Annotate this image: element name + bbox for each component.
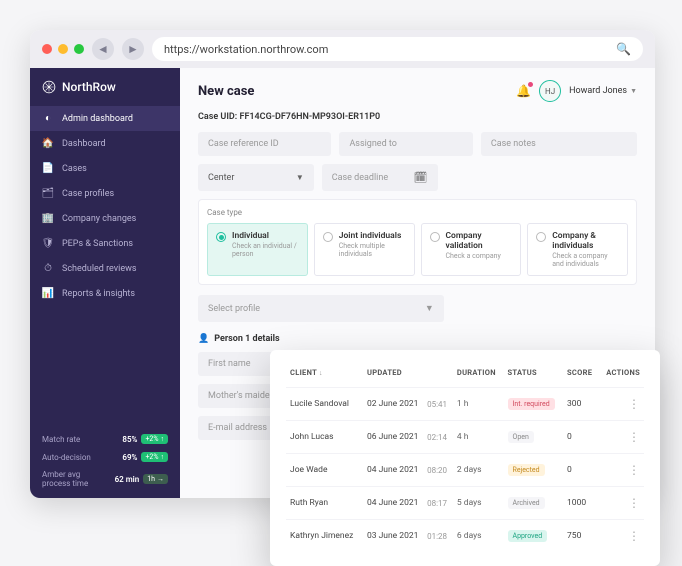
delta-badge: +2% ↑ <box>141 434 168 444</box>
company-icon: 🏢 <box>42 213 54 224</box>
cases-table-card: CLIENT↓ UPDATED DURATION STATUS SCORE AC… <box>270 350 660 566</box>
chevron-down-icon: ▼ <box>296 173 304 182</box>
clock-icon: ⏱ <box>42 263 54 274</box>
case-type-joint-individuals[interactable]: Joint individualsCheck multiple individu… <box>314 223 415 276</box>
sidebar-item-scheduled-reviews[interactable]: ⏱Scheduled reviews <box>30 256 180 281</box>
table-row[interactable]: Kathryn Jimenez03 June 202101:286 daysAp… <box>286 520 644 553</box>
delta-badge: 1h → <box>143 474 168 484</box>
status-badge: Rejected <box>508 464 545 476</box>
status-badge: Approved <box>508 530 548 542</box>
notification-dot <box>528 82 533 87</box>
stat-row: Match rate85%+2% ↑ <box>42 434 168 444</box>
home-icon: 🏠 <box>42 138 54 149</box>
row-actions-button[interactable]: ⋮ <box>628 430 640 444</box>
sidebar-stats: Match rate85%+2% ↑ Auto-decision69%+2% ↑ A… <box>30 424 180 498</box>
url-bar[interactable]: https://workstation.northrow.com 🔍 <box>152 37 643 61</box>
row-actions-button[interactable]: ⋮ <box>628 529 640 543</box>
case-type-company-individuals[interactable]: Company & individualsCheck a company and… <box>527 223 628 276</box>
url-text: https://workstation.northrow.com <box>164 43 328 56</box>
center-select[interactable]: Center▼ <box>198 164 314 191</box>
assigned-to-input[interactable]: Assigned to <box>339 132 472 156</box>
case-reference-input[interactable]: Case reference ID <box>198 132 331 156</box>
doc-icon: 📄 <box>42 163 54 174</box>
maximize-icon[interactable] <box>74 44 84 54</box>
minimize-icon[interactable] <box>58 44 68 54</box>
stat-row: Auto-decision69%+2% ↑ <box>42 452 168 462</box>
back-button[interactable]: ◄ <box>92 38 114 60</box>
profiles-icon: 🗂 <box>42 188 54 199</box>
person-icon: 👤 <box>198 334 209 344</box>
table-row[interactable]: John Lucas06 June 202102:144 hOpen0⋮ <box>286 421 644 454</box>
row-actions-button[interactable]: ⋮ <box>628 496 640 510</box>
sidebar-item-case-profiles[interactable]: 🗂Case profiles <box>30 181 180 206</box>
page-title: New case <box>198 84 254 99</box>
sidebar-item-reports-insights[interactable]: 📊Reports & insights <box>30 281 180 306</box>
col-client[interactable]: CLIENT↓ <box>286 364 363 388</box>
row-actions-button[interactable]: ⋮ <box>628 463 640 477</box>
case-notes-input[interactable]: Case notes <box>481 132 637 156</box>
case-type-group: Case type IndividualCheck an individual … <box>198 199 637 285</box>
status-badge: Open <box>508 431 534 443</box>
sort-icon: ↓ <box>319 369 323 377</box>
stat-row: Amber avg process time62 min1h → <box>42 470 168 488</box>
chevron-down-icon: ▼ <box>630 87 637 95</box>
sidebar-item-peps-sanctions[interactable]: 🛡PEPs & Sanctions <box>30 231 180 256</box>
sidebar-item-cases[interactable]: 📄Cases <box>30 156 180 181</box>
table-row[interactable]: Joe Wade04 June 202108:202 daysRejected0… <box>286 454 644 487</box>
logo-icon <box>42 80 56 94</box>
case-type-individual[interactable]: IndividualCheck an individual / person <box>207 223 308 276</box>
brand-text: NorthRow <box>62 80 116 94</box>
deadline-input[interactable]: Case deadline🗓 <box>322 164 438 191</box>
brand: NorthRow <box>30 68 180 106</box>
sidebar-heading[interactable]: ◐ Admin dashboard <box>30 106 180 131</box>
person-section-heading: 👤 Person 1 details <box>198 334 637 344</box>
notifications-button[interactable]: 🔔 <box>516 84 531 98</box>
user-menu[interactable]: Howard Jones ▼ <box>569 86 637 96</box>
browser-bar: ◄ ► https://workstation.northrow.com 🔍 <box>30 30 655 68</box>
status-badge: Archived <box>508 497 545 509</box>
select-profile-dropdown[interactable]: Select profile ▼ <box>198 295 444 322</box>
search-icon: 🔍 <box>616 42 631 56</box>
chart-icon: 📊 <box>42 288 54 299</box>
avatar[interactable]: HJ <box>539 80 561 102</box>
case-type-label: Case type <box>207 208 628 217</box>
chevron-down-icon: ▼ <box>425 303 434 314</box>
sidebar: NorthRow ◐ Admin dashboard 🏠Dashboard📄Ca… <box>30 68 180 498</box>
radio-icon <box>536 232 546 242</box>
row-actions-button[interactable]: ⋮ <box>628 397 640 411</box>
col-duration[interactable]: DURATION <box>453 364 504 388</box>
table-row[interactable]: Lucile Sandoval02 June 202105:411 hInt. … <box>286 388 644 421</box>
col-score[interactable]: SCORE <box>563 364 599 388</box>
window-controls <box>42 44 84 54</box>
case-type-company-validation[interactable]: Company validationCheck a company <box>421 223 522 276</box>
cases-table: CLIENT↓ UPDATED DURATION STATUS SCORE AC… <box>286 364 644 552</box>
gauge-icon: ◐ <box>42 113 54 124</box>
table-row[interactable]: Ruth Ryan04 June 202108:175 daysArchived… <box>286 487 644 520</box>
col-updated[interactable]: UPDATED <box>363 364 453 388</box>
case-uid: Case UID: FF14CG-DF76HN-MP93OI-ER11P0 <box>198 112 637 122</box>
sidebar-item-dashboard[interactable]: 🏠Dashboard <box>30 131 180 156</box>
sidebar-item-company-changes[interactable]: 🏢Company changes <box>30 206 180 231</box>
radio-icon <box>430 232 440 242</box>
calendar-icon: 🗓 <box>414 171 428 184</box>
close-icon[interactable] <box>42 44 52 54</box>
col-status[interactable]: STATUS <box>504 364 564 388</box>
radio-icon <box>216 232 226 242</box>
col-actions: ACTIONS <box>599 364 644 388</box>
forward-button[interactable]: ► <box>122 38 144 60</box>
radio-icon <box>323 232 333 242</box>
status-badge: Int. required <box>508 398 555 410</box>
shield-icon: 🛡 <box>42 238 54 249</box>
delta-badge: +2% ↑ <box>141 452 168 462</box>
user-box: 🔔 HJ Howard Jones ▼ <box>516 80 637 102</box>
topbar: New case 🔔 HJ Howard Jones ▼ <box>198 80 637 102</box>
